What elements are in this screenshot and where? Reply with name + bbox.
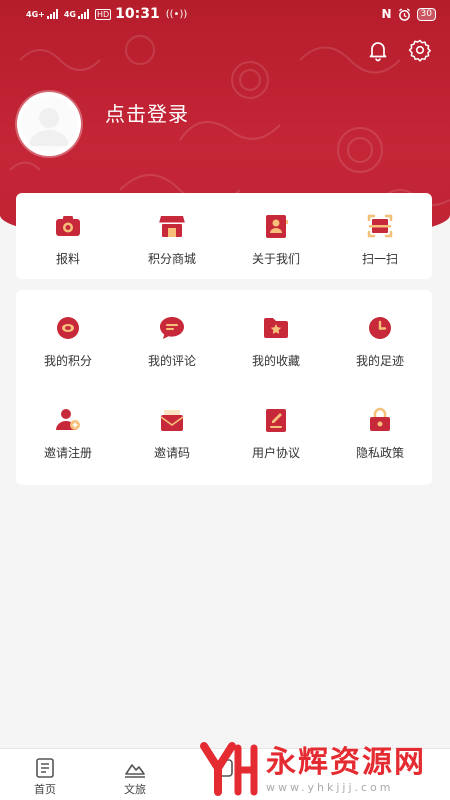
- quick-action-report[interactable]: 报料: [16, 193, 120, 279]
- menu-item-label: 用户协议: [251, 446, 300, 460]
- quick-action-label: 扫一扫: [361, 252, 398, 266]
- menu-item-label: 邀请注册: [43, 446, 92, 460]
- avatar[interactable]: [17, 92, 81, 156]
- mountain-icon: [125, 764, 145, 778]
- comment-icon: [160, 317, 184, 339]
- points-icon: [57, 317, 79, 339]
- signal-label-1: 4G+: [26, 9, 45, 19]
- store-icon: [159, 216, 185, 237]
- agreement-icon: [266, 409, 286, 432]
- quick-action-label: 报料: [55, 252, 80, 266]
- menu-card: 我的积分 我的评论 我的收藏 我的足迹 邀请注册 邀请码 用户协议 隐私政策: [16, 290, 432, 485]
- menu-item-my-favorites[interactable]: 我的收藏: [224, 290, 328, 388]
- status-bar: 4G+ 4G HD 10:31 ((•)) N 30: [0, 0, 450, 28]
- menu-item-invite-code[interactable]: 邀请码: [120, 388, 224, 485]
- tab-label: 首页: [34, 783, 56, 796]
- tab-label: 文旅: [124, 783, 146, 796]
- menu-item-user-agreement[interactable]: 用户协议: [224, 388, 328, 485]
- signal-bars-icon: [77, 9, 89, 19]
- menu-item-label: 我的足迹: [355, 354, 404, 368]
- watermark: 永辉资源网 www.yhkjjj.com: [198, 738, 450, 800]
- menu-item-label: 我的评论: [147, 354, 196, 368]
- signal-label-2: 4G: [63, 9, 76, 19]
- menu-item-my-comments[interactable]: 我的评论: [120, 290, 224, 388]
- status-time: 10:31: [115, 6, 160, 22]
- quick-action-scan[interactable]: 扫一扫: [328, 193, 432, 279]
- clock-icon: [369, 317, 391, 339]
- tab-home[interactable]: 首页: [0, 749, 90, 800]
- watermark-logo: [200, 742, 258, 796]
- scan-icon: [367, 214, 393, 238]
- camera-icon: [56, 216, 80, 236]
- invite-user-icon: [56, 409, 80, 430]
- default-avatar-icon: [21, 96, 77, 152]
- contact-card-icon: [266, 215, 288, 238]
- bell-icon[interactable]: [366, 38, 390, 62]
- login-link[interactable]: 点击登录: [105, 98, 189, 127]
- newspaper-icon: [36, 758, 54, 778]
- hotspot-icon: ((•)): [165, 8, 188, 20]
- quick-action-points-mall[interactable]: 积分商城: [120, 193, 224, 279]
- menu-item-invite-register[interactable]: 邀请注册: [16, 388, 120, 485]
- signal-bars-icon: [46, 9, 58, 19]
- menu-item-label: 邀请码: [153, 446, 190, 460]
- favorite-folder-icon: [264, 318, 288, 338]
- menu-item-label: 我的积分: [43, 354, 92, 368]
- quick-action-about-us[interactable]: 关于我们: [224, 193, 328, 279]
- quick-action-label: 积分商城: [147, 252, 196, 266]
- nfc-icon: N: [381, 7, 392, 21]
- envelope-heart-icon: [160, 410, 184, 431]
- watermark-url: www.yhkjjj.com: [266, 780, 394, 794]
- menu-item-label: 我的收藏: [251, 354, 300, 368]
- quick-actions-card: 报料 积分商城 关于我们 扫一扫: [16, 193, 432, 279]
- gear-icon[interactable]: [408, 38, 432, 62]
- lock-icon: [370, 407, 390, 431]
- battery-indicator: 30: [416, 7, 436, 21]
- tab-culture-tourism[interactable]: 文旅: [90, 749, 180, 800]
- alarm-icon: [398, 7, 410, 21]
- quick-action-label: 关于我们: [251, 252, 300, 266]
- menu-item-privacy-policy[interactable]: 隐私政策: [328, 388, 432, 485]
- menu-item-my-points[interactable]: 我的积分: [16, 290, 120, 388]
- menu-item-label: 隐私政策: [355, 446, 404, 460]
- menu-item-my-footprints[interactable]: 我的足迹: [328, 290, 432, 388]
- watermark-title: 永辉资源网: [266, 744, 426, 780]
- hd-badge: HD: [94, 8, 112, 20]
